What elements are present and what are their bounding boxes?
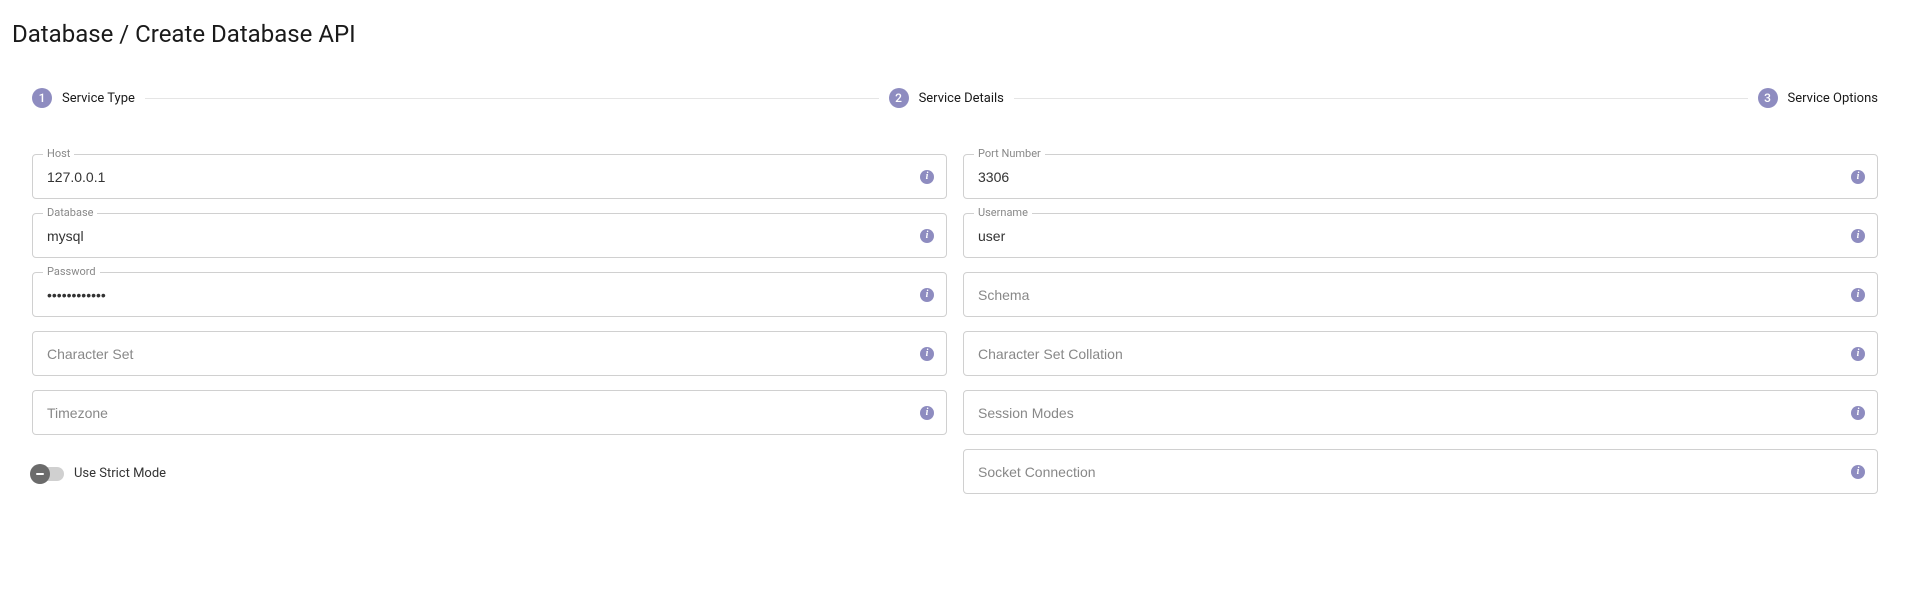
info-icon[interactable]: i <box>1851 170 1865 184</box>
socket-input[interactable] <box>964 450 1877 493</box>
stepper: 1 Service Type 2 Service Details 3 Servi… <box>32 88 1878 108</box>
form-grid: Host i Port Number i Database i Username… <box>32 154 1878 494</box>
info-icon[interactable]: i <box>1851 406 1865 420</box>
step-service-options[interactable]: 3 Service Options <box>1758 88 1878 108</box>
info-icon[interactable]: i <box>920 288 934 302</box>
host-field: Host i <box>32 154 947 199</box>
step-divider <box>1014 98 1748 99</box>
port-field-wrap: Port Number i <box>963 154 1878 199</box>
password-input[interactable] <box>33 273 946 316</box>
charset-field: i <box>32 331 947 376</box>
username-field-wrap: Username i <box>963 213 1878 258</box>
info-icon[interactable]: i <box>1851 229 1865 243</box>
step-service-type[interactable]: 1 Service Type <box>32 88 135 108</box>
port-label: Port Number <box>974 147 1045 160</box>
host-label: Host <box>43 147 74 160</box>
schema-field: i <box>963 272 1878 317</box>
info-icon[interactable]: i <box>1851 288 1865 302</box>
username-field: Username i <box>963 213 1878 258</box>
timezone-input[interactable] <box>33 391 946 434</box>
info-icon[interactable]: i <box>920 170 934 184</box>
step-label-3: Service Options <box>1788 91 1878 106</box>
timezone-field-wrap: i <box>32 390 947 435</box>
info-icon[interactable]: i <box>920 347 934 361</box>
step-divider <box>145 98 879 99</box>
password-label: Password <box>43 265 100 278</box>
password-field: Password i <box>32 272 947 317</box>
username-label: Username <box>974 206 1032 219</box>
toggle-knob <box>30 464 50 484</box>
timezone-field: i <box>32 390 947 435</box>
host-field-wrap: Host i <box>32 154 947 199</box>
schema-input[interactable] <box>964 273 1877 316</box>
port-input[interactable] <box>964 155 1877 198</box>
session-modes-field-wrap: i <box>963 390 1878 435</box>
info-icon[interactable]: i <box>1851 465 1865 479</box>
step-label-2: Service Details <box>919 91 1004 106</box>
charset-input[interactable] <box>33 332 946 375</box>
step-service-details[interactable]: 2 Service Details <box>889 88 1004 108</box>
page-title: Database / Create Database API <box>12 20 1898 48</box>
session-modes-field: i <box>963 390 1878 435</box>
info-icon[interactable]: i <box>1851 347 1865 361</box>
info-icon[interactable]: i <box>920 406 934 420</box>
username-input[interactable] <box>964 214 1877 257</box>
database-input[interactable] <box>33 214 946 257</box>
database-field: Database i <box>32 213 947 258</box>
charset-field-wrap: i <box>32 331 947 376</box>
step-label-1: Service Type <box>62 91 135 106</box>
database-field-wrap: Database i <box>32 213 947 258</box>
strict-mode-row: Use Strict Mode <box>32 453 947 494</box>
collation-field-wrap: i <box>963 331 1878 376</box>
strict-mode-toggle[interactable] <box>32 467 64 481</box>
info-icon[interactable]: i <box>920 229 934 243</box>
step-badge-3: 3 <box>1758 88 1778 108</box>
collation-field: i <box>963 331 1878 376</box>
socket-field-wrap: i <box>963 449 1878 494</box>
step-badge-1: 1 <box>32 88 52 108</box>
port-field: Port Number i <box>963 154 1878 199</box>
strict-mode-label: Use Strict Mode <box>74 466 166 481</box>
database-label: Database <box>43 206 97 219</box>
host-input[interactable] <box>33 155 946 198</box>
step-badge-2: 2 <box>889 88 909 108</box>
schema-field-wrap: i <box>963 272 1878 317</box>
socket-field: i <box>963 449 1878 494</box>
password-field-wrap: Password i <box>32 272 947 317</box>
session-modes-input[interactable] <box>964 391 1877 434</box>
collation-input[interactable] <box>964 332 1877 375</box>
